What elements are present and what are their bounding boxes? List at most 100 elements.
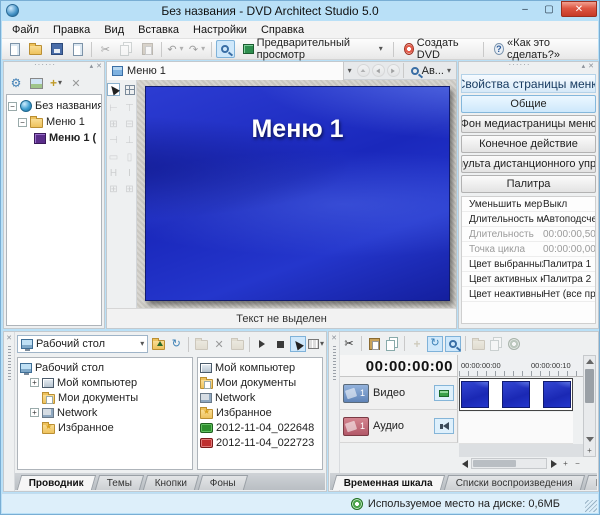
expand-icon[interactable]: +: [30, 378, 39, 387]
insert-media-button[interactable]: [28, 75, 44, 91]
timeline-ruler[interactable]: 00:00:00:00 00:00:00:10: [459, 355, 583, 377]
audio-track-lane[interactable]: [459, 412, 573, 444]
tree-item-computer[interactable]: + Мой компьютер: [20, 375, 190, 390]
close-panel-icon[interactable]: ✕: [96, 62, 102, 70]
tab-playlists[interactable]: Списки воспроизведения: [444, 475, 585, 490]
vertical-scrollbar[interactable]: +: [583, 355, 596, 457]
sizing-tool-button[interactable]: [123, 83, 136, 96]
insert-chapter-button[interactable]: [366, 336, 382, 352]
tab-backgrounds[interactable]: Фоны: [198, 475, 248, 490]
video-track-clips[interactable]: [459, 378, 573, 411]
property-row[interactable]: Цвет активных кн... Палитра 2: [462, 272, 595, 287]
zoom-out-time-button[interactable]: −: [572, 458, 583, 469]
tab-explorer[interactable]: Проводник: [17, 475, 96, 490]
project-settings-button[interactable]: ⚙: [8, 75, 24, 91]
video-display-toggle[interactable]: [434, 385, 454, 401]
menu-title-text[interactable]: Меню 1: [146, 115, 449, 144]
tree-item-desktop[interactable]: Рабочий стол: [20, 360, 190, 375]
pin-icon[interactable]: ▴: [582, 62, 586, 70]
maximize-button[interactable]: ▢: [537, 1, 561, 17]
save-button[interactable]: [47, 40, 66, 58]
tree-item-network[interactable]: + Network: [20, 405, 190, 420]
panel-grip-vertical[interactable]: ✕: [4, 332, 15, 491]
tab-remote-buttons[interactable]: Кнопки пульта дистанционного управления: [461, 155, 596, 173]
insert-button-stamp[interactable]: [384, 336, 400, 352]
property-row[interactable]: Цвет выбранных к... Палитра 1: [462, 257, 595, 272]
tree-item-favorites[interactable]: ★ Избранное: [20, 420, 190, 435]
tab-themes[interactable]: Темы: [95, 475, 144, 490]
close-panel-icon[interactable]: ✕: [6, 334, 12, 342]
location-combobox[interactable]: Рабочий стол ▾: [17, 335, 148, 353]
scroll-left-button[interactable]: [459, 458, 470, 469]
menu-file[interactable]: Файл: [5, 22, 46, 38]
tab-compilation[interactable]: Компиляция: [584, 475, 597, 490]
list-item-video-file[interactable]: 2012-11-04_022648: [200, 420, 320, 435]
how-to-button[interactable]: ? «Как это сделать?»: [488, 40, 595, 58]
close-panel-icon[interactable]: ✕: [588, 62, 594, 70]
views-button[interactable]: ▾: [308, 336, 324, 352]
zoom-in-track-button[interactable]: +: [584, 445, 595, 456]
preview-toggle-button[interactable]: [216, 40, 235, 58]
tab-menu-1[interactable]: Меню 1: [107, 62, 344, 80]
panel-grip-vertical[interactable]: ✕: [329, 332, 340, 491]
tab-buttons[interactable]: Кнопки: [143, 475, 200, 490]
menu-help[interactable]: Справка: [254, 22, 311, 38]
pin-icon[interactable]: ▴: [90, 62, 94, 70]
selection-tool-button[interactable]: [107, 83, 120, 96]
auto-preview-toggle[interactable]: [290, 336, 306, 352]
property-value[interactable]: Автоподсчет: [543, 214, 595, 225]
new-project-button[interactable]: [5, 40, 24, 58]
property-row[interactable]: Длительность меню Автоподсчет: [462, 212, 595, 227]
up-folder-button[interactable]: [150, 336, 166, 352]
list-item[interactable]: Мои документы: [200, 375, 320, 390]
collapse-icon[interactable]: −: [18, 118, 27, 127]
panel-grip[interactable]: ······ ▴✕: [4, 62, 104, 73]
tab-general[interactable]: Общие: [461, 95, 596, 113]
property-row[interactable]: Цвет неактивных ... Нет (все проз...: [462, 287, 595, 302]
auto-ripple-toggle[interactable]: ↻: [427, 336, 443, 352]
video-track-header[interactable]: 1 Видео: [340, 377, 458, 410]
menu-view[interactable]: Вид: [97, 22, 131, 38]
menu-options[interactable]: Настройки: [186, 22, 254, 38]
tab-palette[interactable]: Палитра: [461, 175, 596, 193]
editor-canvas[interactable]: Меню 1: [137, 80, 456, 308]
scrollbar-thumb[interactable]: [473, 460, 516, 467]
expand-icon[interactable]: +: [30, 408, 39, 417]
tree-item-menu-folder[interactable]: − Меню 1: [8, 114, 100, 130]
tab-end-action[interactable]: Конечное действие: [461, 135, 596, 153]
horizontal-scrollbar[interactable]: + −: [459, 457, 583, 470]
tree-item-root[interactable]: − Без названия: [8, 98, 100, 114]
audio-track-header[interactable]: 1 Аудио: [340, 410, 458, 443]
property-value[interactable]: Палитра 1: [543, 259, 595, 270]
tab-list-dropdown[interactable]: ▾: [344, 67, 356, 75]
menu-preview[interactable]: Меню 1: [145, 86, 450, 301]
video-clip[interactable]: [461, 381, 489, 408]
scroll-down-button[interactable]: [584, 434, 595, 445]
tree-item-menu-page[interactable]: Меню 1 (: [8, 130, 100, 146]
close-button[interactable]: ✕: [561, 1, 597, 17]
panel-grip[interactable]: ······ ▴✕: [461, 62, 596, 73]
list-item[interactable]: ★ Избранное: [200, 405, 320, 420]
scrollbar-thumb[interactable]: [585, 369, 594, 403]
property-value[interactable]: Палитра 2: [543, 274, 595, 285]
preview-button[interactable]: Предварительный просмотр ▾: [237, 40, 389, 58]
resize-grip[interactable]: [585, 500, 597, 512]
audio-mute-toggle[interactable]: [434, 418, 454, 434]
collapse-icon[interactable]: −: [8, 102, 17, 111]
properties-button[interactable]: [68, 40, 87, 58]
property-value[interactable]: Нет (все проз...: [543, 289, 595, 300]
scrollbar-track[interactable]: [471, 458, 547, 469]
create-dvd-button[interactable]: Создать DVD: [398, 40, 479, 58]
list-item[interactable]: Network: [200, 390, 320, 405]
list-item[interactable]: Мой компьютер: [200, 360, 320, 375]
close-panel-icon[interactable]: ✕: [331, 334, 337, 342]
refresh-button[interactable]: ↻: [168, 336, 184, 352]
menu-edit[interactable]: Правка: [46, 22, 97, 38]
menu-insert[interactable]: Вставка: [131, 22, 186, 38]
snapping-toggle[interactable]: [445, 336, 461, 352]
edit-text-button[interactable]: ✂: [341, 336, 357, 352]
play-media-button[interactable]: [254, 336, 270, 352]
video-clip[interactable]: [543, 381, 571, 408]
add-item-button[interactable]: +▾: [48, 75, 64, 91]
zoom-in-time-button[interactable]: +: [560, 458, 571, 469]
